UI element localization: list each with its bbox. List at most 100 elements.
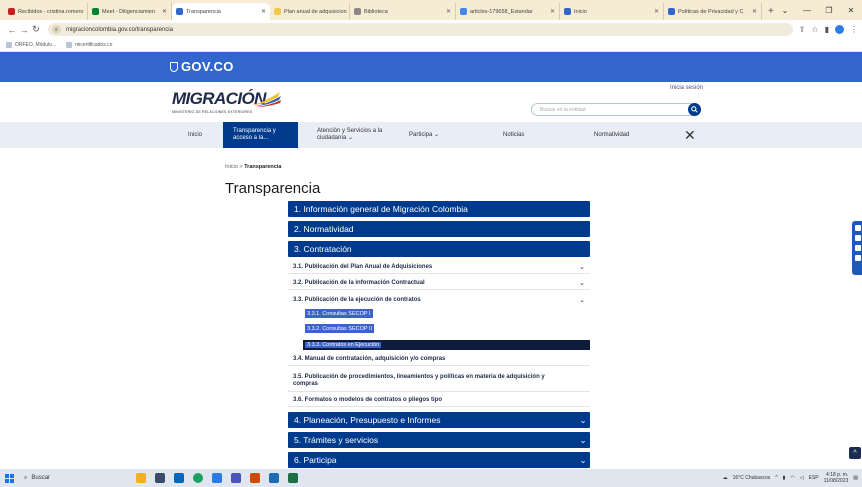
section-tramites[interactable]: 5. Trámites y servicios ⌄ [288, 432, 590, 448]
scroll-to-top-button[interactable]: ^ [849, 447, 861, 459]
menu-item-noticias[interactable]: Noticias [503, 122, 524, 148]
gov-co-bar: GOV.CO [0, 52, 862, 82]
close-icon[interactable]: ✕ [650, 8, 659, 15]
site-favicon-icon [176, 8, 183, 15]
menu-item-normatividad[interactable]: Normatividad [594, 122, 629, 148]
close-icon[interactable]: ✕ [442, 8, 451, 15]
browser-tab[interactable]: Plan anual de adquisicion ✕ [270, 3, 350, 20]
chevron-down-icon: ⌄ [579, 414, 587, 425]
task-view-icon[interactable] [155, 473, 165, 483]
back-icon[interactable]: ← [6, 25, 18, 35]
close-icon[interactable]: ✕ [684, 127, 696, 144]
maximize-icon[interactable]: ❐ [818, 6, 840, 15]
browser-nav-bar: ← → ↻ ≡ migracioncolombia.gov.co/transpa… [0, 20, 862, 39]
menu-item-atencion[interactable]: Atención y Servicios a la ciudadanía ⌄ [317, 122, 397, 148]
file-explorer-icon[interactable] [250, 473, 260, 483]
widget-icon[interactable] [136, 473, 146, 483]
accessibility-widget[interactable] [852, 221, 862, 275]
menu-item-inicio[interactable]: Inicio [188, 122, 202, 148]
search-button[interactable] [688, 103, 701, 116]
address-bar[interactable]: ≡ migracioncolombia.gov.co/transparencia [48, 23, 793, 36]
browser-tab[interactable]: Inicio ✕ [560, 3, 664, 20]
subsection-formatos[interactable]: 3.6. Formatos o modelos de contratos o p… [288, 394, 590, 407]
section-label: 1. Información general de Migración Colo… [294, 204, 468, 214]
close-window-icon[interactable]: ✕ [840, 6, 862, 15]
share-icon[interactable]: ⇪ [799, 25, 806, 34]
outlook-icon[interactable] [231, 473, 241, 483]
login-link[interactable]: Inicia sesión [670, 85, 703, 91]
gov-co-logo[interactable]: GOV.CO [170, 59, 234, 74]
tab-title: Meet - Diligenciamien [102, 8, 155, 15]
teams-icon[interactable] [212, 473, 222, 483]
section-normatividad[interactable]: 2. Normatividad [288, 221, 590, 237]
link-consultas-secop-ii[interactable]: 3.3.2. Consultas SECOP II [305, 324, 375, 333]
subsection-informacion-contractual[interactable]: 3.2. Publicación de la información Contr… [288, 277, 590, 290]
accessibility-icon[interactable] [855, 255, 861, 261]
document-icon [274, 8, 281, 15]
notifications-icon[interactable]: ▤ [853, 475, 858, 481]
battery-icon[interactable]: ▮ [783, 475, 786, 481]
reload-icon[interactable]: ↻ [30, 24, 42, 35]
tab-search-icon[interactable]: ⌄ [774, 6, 796, 15]
sidebar-icon[interactable]: ▮ [825, 25, 829, 34]
menu-item-transparencia[interactable]: Transparencia y acceso a la... [223, 122, 298, 148]
wifi-icon[interactable]: ◠ [790, 475, 794, 481]
tray-chevron-icon[interactable]: ^ [775, 475, 777, 481]
link-contratos-ejecucion[interactable]: 3.3.3. Contratos en Ejecución [303, 340, 590, 350]
close-icon[interactable]: ✕ [546, 8, 555, 15]
section-contratacion[interactable]: 3. Contratación [288, 241, 590, 257]
taskbar-search[interactable]: ⌕ Buscar [18, 472, 116, 484]
close-icon[interactable]: ✕ [748, 8, 757, 15]
section-participa[interactable]: 6. Participa ⌄ [288, 452, 590, 468]
browser-tab-active[interactable]: Transparencia ✕ [172, 3, 270, 20]
bookmark-star-icon[interactable]: ☆ [811, 25, 818, 34]
forward-icon[interactable]: → [18, 25, 30, 35]
browser-tab[interactable]: Meet - Diligenciamien ✕ [88, 3, 172, 20]
breadcrumb: Inicio > Transparencia [225, 164, 281, 170]
migracion-logo[interactable]: MIGRACIÓN MINISTERIO DE RELACIONES EXTER… [172, 89, 282, 119]
font-decrease-icon[interactable] [855, 245, 861, 251]
browser-tab[interactable]: Biblioteca ✕ [350, 3, 456, 20]
chrome-icon[interactable] [193, 473, 203, 483]
word-icon[interactable] [269, 473, 279, 483]
close-icon[interactable]: ✕ [257, 8, 266, 15]
browser-tab[interactable]: Recibidos - cristina.romero ✕ [4, 3, 88, 20]
bookmark-item[interactable]: ORFEO, Módulo... [6, 42, 56, 48]
profile-avatar[interactable] [835, 25, 844, 34]
subsection-ejecucion-contratos[interactable]: 3.3. Publicación de la ejecución de cont… [288, 293, 590, 306]
url-text[interactable]: migracioncolombia.gov.co/transparencia [66, 27, 173, 33]
edge-icon[interactable] [174, 473, 184, 483]
section-planeacion[interactable]: 4. Planeación, Presupuesto e Informes ⌄ [288, 412, 590, 428]
language-indicator[interactable]: ESP [809, 475, 819, 481]
link-consultas-secop-i[interactable]: 3.3.1. Consultas SECOP I [305, 309, 373, 318]
subsection-manual-contratacion[interactable]: 3.4. Manual de contratación, adquisición… [288, 353, 590, 366]
breadcrumb-home[interactable]: Inicio [225, 164, 238, 170]
taskbar-pinned-apps [136, 473, 298, 483]
bookmark-item[interactable]: micertificados.co [66, 42, 112, 48]
site-info-icon[interactable]: ≡ [52, 25, 61, 34]
browser-tab[interactable]: articles-179658_Estandar ✕ [456, 3, 560, 20]
contrast-icon[interactable] [855, 225, 861, 231]
browser-tab[interactable]: Políticas de Privacidad y C ✕ [664, 3, 762, 20]
close-icon[interactable]: ✕ [158, 8, 167, 15]
minimize-icon[interactable]: — [796, 6, 818, 15]
clock[interactable]: 4:18 p. m. 11/08/2023 [824, 472, 849, 484]
weather-text[interactable]: 16°C Chubascos [733, 475, 771, 481]
menu-dots-icon[interactable]: ⋮ [850, 25, 858, 34]
subsection-plan-anual[interactable]: 3.1. Publicación del Plan Anual de Adqui… [288, 261, 590, 274]
main-menu: Inicio Transparencia y acceso a la... At… [0, 122, 862, 148]
subsection-label: 3.4. Manual de contratación, adquisición… [293, 356, 446, 362]
section-informacion-general[interactable]: 1. Información general de Migración Colo… [288, 201, 590, 217]
start-button[interactable] [0, 469, 18, 487]
menu-item-participa[interactable]: Participa ⌄ [409, 122, 439, 148]
font-increase-icon[interactable] [855, 235, 861, 241]
excel-icon[interactable] [288, 473, 298, 483]
subsection-procedimientos[interactable]: 3.5. Publicación de procedimientos, line… [288, 370, 590, 392]
volume-icon[interactable]: ◁ [800, 475, 804, 481]
weather-icon: ☁ [722, 475, 728, 481]
link-label: 3.3.3. Contratos en Ejecución [305, 342, 382, 348]
tab-title: articles-179658_Estandar [470, 8, 533, 15]
section-label: 3. Contratación [294, 244, 352, 254]
site-search-input[interactable]: Buscar en la entidad [531, 103, 701, 116]
section-label: 5. Trámites y servicios [294, 435, 379, 445]
